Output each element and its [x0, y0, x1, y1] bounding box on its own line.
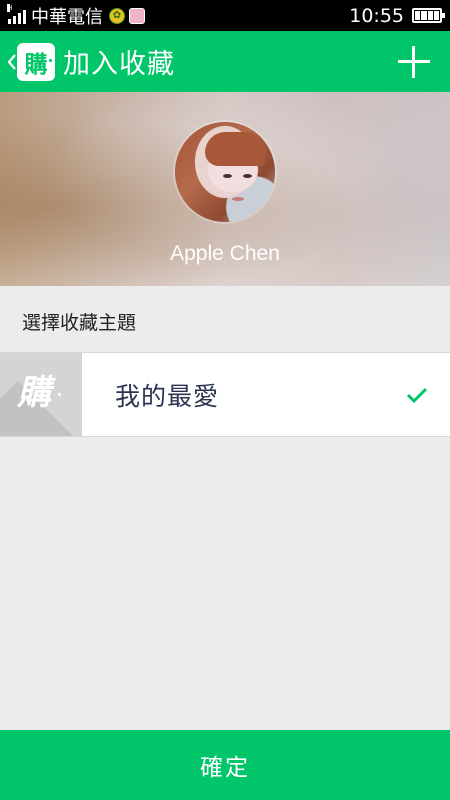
clock: 10:55 [349, 4, 404, 27]
battery-icon [412, 8, 445, 23]
avatar [175, 122, 275, 222]
back-button[interactable] [0, 31, 16, 92]
thumbnail-logo-text: 購 [17, 373, 51, 413]
signal-type-label: H [7, 3, 13, 12]
collection-item-label: 我的最愛 [115, 381, 220, 411]
profile-header: Apple Chen [0, 92, 450, 286]
profile-name: Apple Chen [170, 242, 280, 265]
section-label: 選擇收藏主題 [22, 312, 137, 334]
logo-dot [49, 58, 52, 62]
app-logo[interactable]: 購 [17, 42, 55, 81]
app-logo-text: 購 [24, 51, 48, 78]
confirm-button[interactable]: 確定 [0, 730, 450, 800]
app-bar: 購 加入收藏 [0, 31, 450, 92]
message-notification-icon [129, 7, 145, 24]
carrier-name: 中華電信 [31, 6, 103, 28]
collection-item[interactable]: 購 我的最愛 [0, 352, 450, 437]
collection-thumbnail: 購 [0, 353, 82, 436]
add-collection-button[interactable] [398, 45, 430, 78]
status-bar: H 中華電信 ✿ 10:55 [0, 0, 450, 31]
app-notification-icon: ✿ [109, 7, 125, 24]
signal-icon: H [7, 3, 26, 24]
page-title: 加入收藏 [63, 49, 175, 80]
chevron-left-icon [7, 53, 16, 70]
checkmark-icon [406, 387, 428, 403]
